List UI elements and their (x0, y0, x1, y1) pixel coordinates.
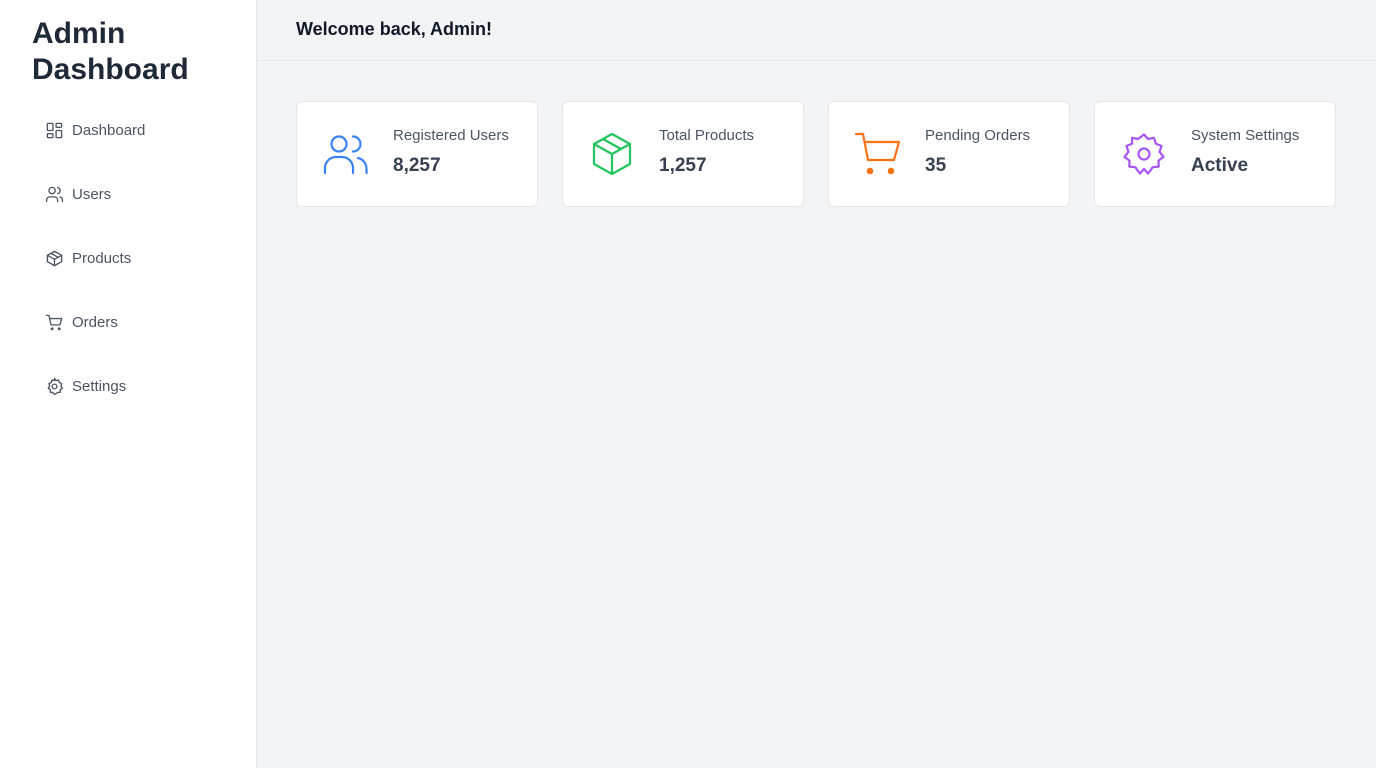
dashboard-icon (44, 120, 64, 140)
card-text: Pending Orders 35 (925, 127, 1030, 177)
users-icon (44, 184, 64, 204)
card-value: 35 (925, 155, 947, 176)
sidebar-item-label: Dashboard (72, 121, 146, 139)
cart-icon (853, 129, 903, 179)
card-text: System Settings Active (1191, 127, 1299, 177)
card-label: System Settings (1191, 127, 1300, 144)
box-icon (44, 248, 64, 268)
sidebar-item-label: Orders (72, 313, 118, 331)
sidebar-item-products[interactable]: Products (32, 238, 224, 278)
sidebar-item-users[interactable]: Users (32, 174, 224, 214)
card-text: Total Products 1,257 (659, 127, 754, 177)
gear-icon (44, 376, 64, 396)
sidebar-item-label: Products (72, 249, 132, 267)
stat-card-settings: System Settings Active (1094, 101, 1336, 207)
sidebar: Admin Dashboard Dashboard Users Products (0, 0, 257, 768)
sidebar-nav: Dashboard Users Products Orders Settings (32, 110, 224, 406)
stat-card-products: Total Products 1,257 (562, 101, 804, 207)
sidebar-item-label: Users (72, 185, 112, 203)
content: Registered Users 8,257 Total Products 1,… (257, 61, 1376, 207)
stat-card-users: Registered Users 8,257 (296, 101, 538, 207)
gear-icon (1119, 129, 1169, 179)
users-icon (321, 129, 371, 179)
sidebar-item-dashboard[interactable]: Dashboard (32, 110, 224, 150)
stat-card-orders: Pending Orders 35 (828, 101, 1070, 207)
card-text: Registered Users 8,257 (393, 127, 509, 177)
stat-cards: Registered Users 8,257 Total Products 1,… (296, 101, 1336, 207)
sidebar-item-settings[interactable]: Settings (32, 366, 224, 406)
card-value: 1,257 (659, 155, 707, 176)
sidebar-item-label: Settings (72, 377, 127, 395)
top-header: Welcome back, Admin! (257, 0, 1376, 61)
cart-icon (44, 312, 64, 332)
card-value: 8,257 (393, 155, 441, 176)
box-icon (587, 129, 637, 179)
welcome-message: Welcome back, Admin! (296, 18, 493, 39)
card-label: Pending Orders (925, 127, 1031, 144)
sidebar-item-orders[interactable]: Orders (32, 302, 224, 342)
app-root: Admin Dashboard Dashboard Users Products (0, 0, 1376, 768)
card-label: Registered Users (393, 127, 509, 144)
card-value: Active (1191, 155, 1249, 176)
brand-title: Admin Dashboard (32, 17, 189, 86)
card-label: Total Products (659, 127, 755, 144)
main-area: Welcome back, Admin! Registered Users 8,… (257, 0, 1376, 768)
